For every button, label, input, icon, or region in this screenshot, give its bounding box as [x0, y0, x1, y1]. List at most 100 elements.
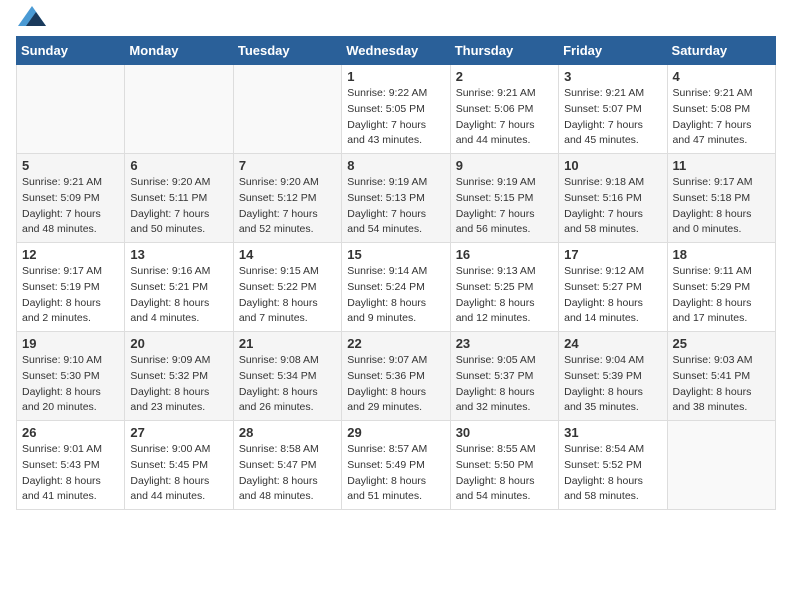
weekday-header: Wednesday [342, 37, 450, 65]
weekday-header: Thursday [450, 37, 558, 65]
day-number: 16 [456, 247, 553, 262]
day-number: 31 [564, 425, 661, 440]
day-number: 5 [22, 158, 119, 173]
calendar-cell: 10 Sunrise: 9:18 AM Sunset: 5:16 PM Dayli… [559, 154, 667, 243]
day-info: Sunrise: 9:20 AM Sunset: 5:11 PM Dayligh… [130, 175, 227, 238]
calendar-header-row: SundayMondayTuesdayWednesdayThursdayFrid… [17, 37, 776, 65]
day-number: 15 [347, 247, 444, 262]
calendar-cell: 18Sunrise: 9:11 AM Sunset: 5:29 PM Dayli… [667, 243, 775, 332]
calendar-week-row: 5 Sunrise: 9:21 AM Sunset: 5:09 PM Daylig… [17, 154, 776, 243]
calendar-cell: 7 Sunrise: 9:20 AM Sunset: 5:12 PM Daylig… [233, 154, 341, 243]
day-info: Sunrise: 9:17 AM Sunset: 5:19 PM Dayligh… [22, 264, 119, 327]
day-number: 17 [564, 247, 661, 262]
day-info: Sunrise: 9:19 AM Sunset: 5:15 PM Dayligh… [456, 175, 553, 238]
day-number: 22 [347, 336, 444, 351]
calendar-cell: 12 Sunrise: 9:17 AM Sunset: 5:19 PM Dayli… [17, 243, 125, 332]
day-info: Sunrise: 9:00 AM Sunset: 5:45 PM Dayligh… [130, 442, 227, 505]
day-info: Sunrise: 9:21 AM Sunset: 5:09 PM Dayligh… [22, 175, 119, 238]
weekday-header: Monday [125, 37, 233, 65]
calendar-cell: 22 Sunrise: 9:07 AM Sunset: 5:36 PM Dayli… [342, 332, 450, 421]
day-info: Sunrise: 9:18 AM Sunset: 5:16 PM Dayligh… [564, 175, 661, 238]
day-number: 12 [22, 247, 119, 262]
calendar-cell [17, 65, 125, 154]
day-number: 25 [673, 336, 770, 351]
day-number: 27 [130, 425, 227, 440]
calendar-cell: 9 Sunrise: 9:19 AM Sunset: 5:15 PM Daylig… [450, 154, 558, 243]
calendar-cell: 11Sunrise: 9:17 AM Sunset: 5:18 PM Dayli… [667, 154, 775, 243]
day-info: Sunrise: 9:22 AM Sunset: 5:05 PM Dayligh… [347, 86, 444, 149]
calendar-cell: 31Sunrise: 8:54 AM Sunset: 5:52 PM Dayli… [559, 421, 667, 510]
day-info: Sunrise: 9:04 AM Sunset: 5:39 PM Dayligh… [564, 353, 661, 416]
calendar-cell: 8 Sunrise: 9:19 AM Sunset: 5:13 PM Daylig… [342, 154, 450, 243]
calendar-cell [233, 65, 341, 154]
calendar-cell: 1 Sunrise: 9:22 AM Sunset: 5:05 PM Daylig… [342, 65, 450, 154]
calendar-table: SundayMondayTuesdayWednesdayThursdayFrid… [16, 36, 776, 510]
calendar-cell: 4Sunrise: 9:21 AM Sunset: 5:08 PM Daylig… [667, 65, 775, 154]
calendar-cell [667, 421, 775, 510]
day-info: Sunrise: 9:21 AM Sunset: 5:06 PM Dayligh… [456, 86, 553, 149]
calendar-cell: 5 Sunrise: 9:21 AM Sunset: 5:09 PM Daylig… [17, 154, 125, 243]
calendar-week-row: 26 Sunrise: 9:01 AM Sunset: 5:43 PM Dayli… [17, 421, 776, 510]
day-info: Sunrise: 8:58 AM Sunset: 5:47 PM Dayligh… [239, 442, 336, 505]
calendar-cell: 20Sunrise: 9:09 AM Sunset: 5:32 PM Dayli… [125, 332, 233, 421]
day-info: Sunrise: 8:57 AM Sunset: 5:49 PM Dayligh… [347, 442, 444, 505]
day-number: 28 [239, 425, 336, 440]
day-info: Sunrise: 9:17 AM Sunset: 5:18 PM Dayligh… [673, 175, 770, 238]
day-number: 21 [239, 336, 336, 351]
day-info: Sunrise: 8:55 AM Sunset: 5:50 PM Dayligh… [456, 442, 553, 505]
day-info: Sunrise: 9:07 AM Sunset: 5:36 PM Dayligh… [347, 353, 444, 416]
calendar-cell: 25 Sunrise: 9:03 AM Sunset: 5:41 PM Dayli… [667, 332, 775, 421]
weekday-header: Tuesday [233, 37, 341, 65]
logo-icon [18, 6, 46, 26]
day-number: 10 [564, 158, 661, 173]
day-info: Sunrise: 9:19 AM Sunset: 5:13 PM Dayligh… [347, 175, 444, 238]
calendar-cell: 15 Sunrise: 9:14 AM Sunset: 5:24 PM Dayli… [342, 243, 450, 332]
calendar-cell: 14Sunrise: 9:15 AM Sunset: 5:22 PM Dayli… [233, 243, 341, 332]
day-number: 26 [22, 425, 119, 440]
calendar-week-row: 19Sunrise: 9:10 AM Sunset: 5:30 PM Dayli… [17, 332, 776, 421]
day-info: Sunrise: 9:01 AM Sunset: 5:43 PM Dayligh… [22, 442, 119, 505]
day-number: 1 [347, 69, 444, 84]
calendar-cell: 3Sunrise: 9:21 AM Sunset: 5:07 PM Daylig… [559, 65, 667, 154]
logo [16, 16, 46, 26]
day-info: Sunrise: 9:16 AM Sunset: 5:21 PM Dayligh… [130, 264, 227, 327]
day-number: 30 [456, 425, 553, 440]
calendar-cell: 2 Sunrise: 9:21 AM Sunset: 5:06 PM Daylig… [450, 65, 558, 154]
day-number: 2 [456, 69, 553, 84]
day-info: Sunrise: 9:13 AM Sunset: 5:25 PM Dayligh… [456, 264, 553, 327]
day-info: Sunrise: 9:08 AM Sunset: 5:34 PM Dayligh… [239, 353, 336, 416]
calendar-cell: 27 Sunrise: 9:00 AM Sunset: 5:45 PM Dayli… [125, 421, 233, 510]
day-number: 7 [239, 158, 336, 173]
day-info: Sunrise: 9:14 AM Sunset: 5:24 PM Dayligh… [347, 264, 444, 327]
weekday-header: Friday [559, 37, 667, 65]
day-number: 6 [130, 158, 227, 173]
day-number: 13 [130, 247, 227, 262]
calendar-cell: 23 Sunrise: 9:05 AM Sunset: 5:37 PM Dayli… [450, 332, 558, 421]
day-number: 29 [347, 425, 444, 440]
day-number: 23 [456, 336, 553, 351]
calendar-cell: 29 Sunrise: 8:57 AM Sunset: 5:49 PM Dayli… [342, 421, 450, 510]
calendar-body: 1 Sunrise: 9:22 AM Sunset: 5:05 PM Daylig… [17, 65, 776, 510]
calendar-cell: 17 Sunrise: 9:12 AM Sunset: 5:27 PM Dayli… [559, 243, 667, 332]
day-info: Sunrise: 9:12 AM Sunset: 5:27 PM Dayligh… [564, 264, 661, 327]
calendar-cell: 16 Sunrise: 9:13 AM Sunset: 5:25 PM Dayli… [450, 243, 558, 332]
calendar-cell: 26 Sunrise: 9:01 AM Sunset: 5:43 PM Dayli… [17, 421, 125, 510]
day-info: Sunrise: 9:05 AM Sunset: 5:37 PM Dayligh… [456, 353, 553, 416]
day-info: Sunrise: 9:03 AM Sunset: 5:41 PM Dayligh… [673, 353, 770, 416]
calendar-cell: 28 Sunrise: 8:58 AM Sunset: 5:47 PM Dayli… [233, 421, 341, 510]
day-number: 20 [130, 336, 227, 351]
day-info: Sunrise: 9:20 AM Sunset: 5:12 PM Dayligh… [239, 175, 336, 238]
calendar-cell [125, 65, 233, 154]
day-number: 3 [564, 69, 661, 84]
day-number: 9 [456, 158, 553, 173]
day-number: 24 [564, 336, 661, 351]
calendar-cell: 19Sunrise: 9:10 AM Sunset: 5:30 PM Dayli… [17, 332, 125, 421]
weekday-header: Sunday [17, 37, 125, 65]
calendar-cell: 21 Sunrise: 9:08 AM Sunset: 5:34 PM Dayli… [233, 332, 341, 421]
calendar-week-row: 1 Sunrise: 9:22 AM Sunset: 5:05 PM Daylig… [17, 65, 776, 154]
day-info: Sunrise: 9:21 AM Sunset: 5:08 PM Dayligh… [673, 86, 770, 149]
calendar-cell: 24 Sunrise: 9:04 AM Sunset: 5:39 PM Dayli… [559, 332, 667, 421]
calendar-cell: 30 Sunrise: 8:55 AM Sunset: 5:50 PM Dayli… [450, 421, 558, 510]
day-number: 8 [347, 158, 444, 173]
weekday-header: Saturday [667, 37, 775, 65]
